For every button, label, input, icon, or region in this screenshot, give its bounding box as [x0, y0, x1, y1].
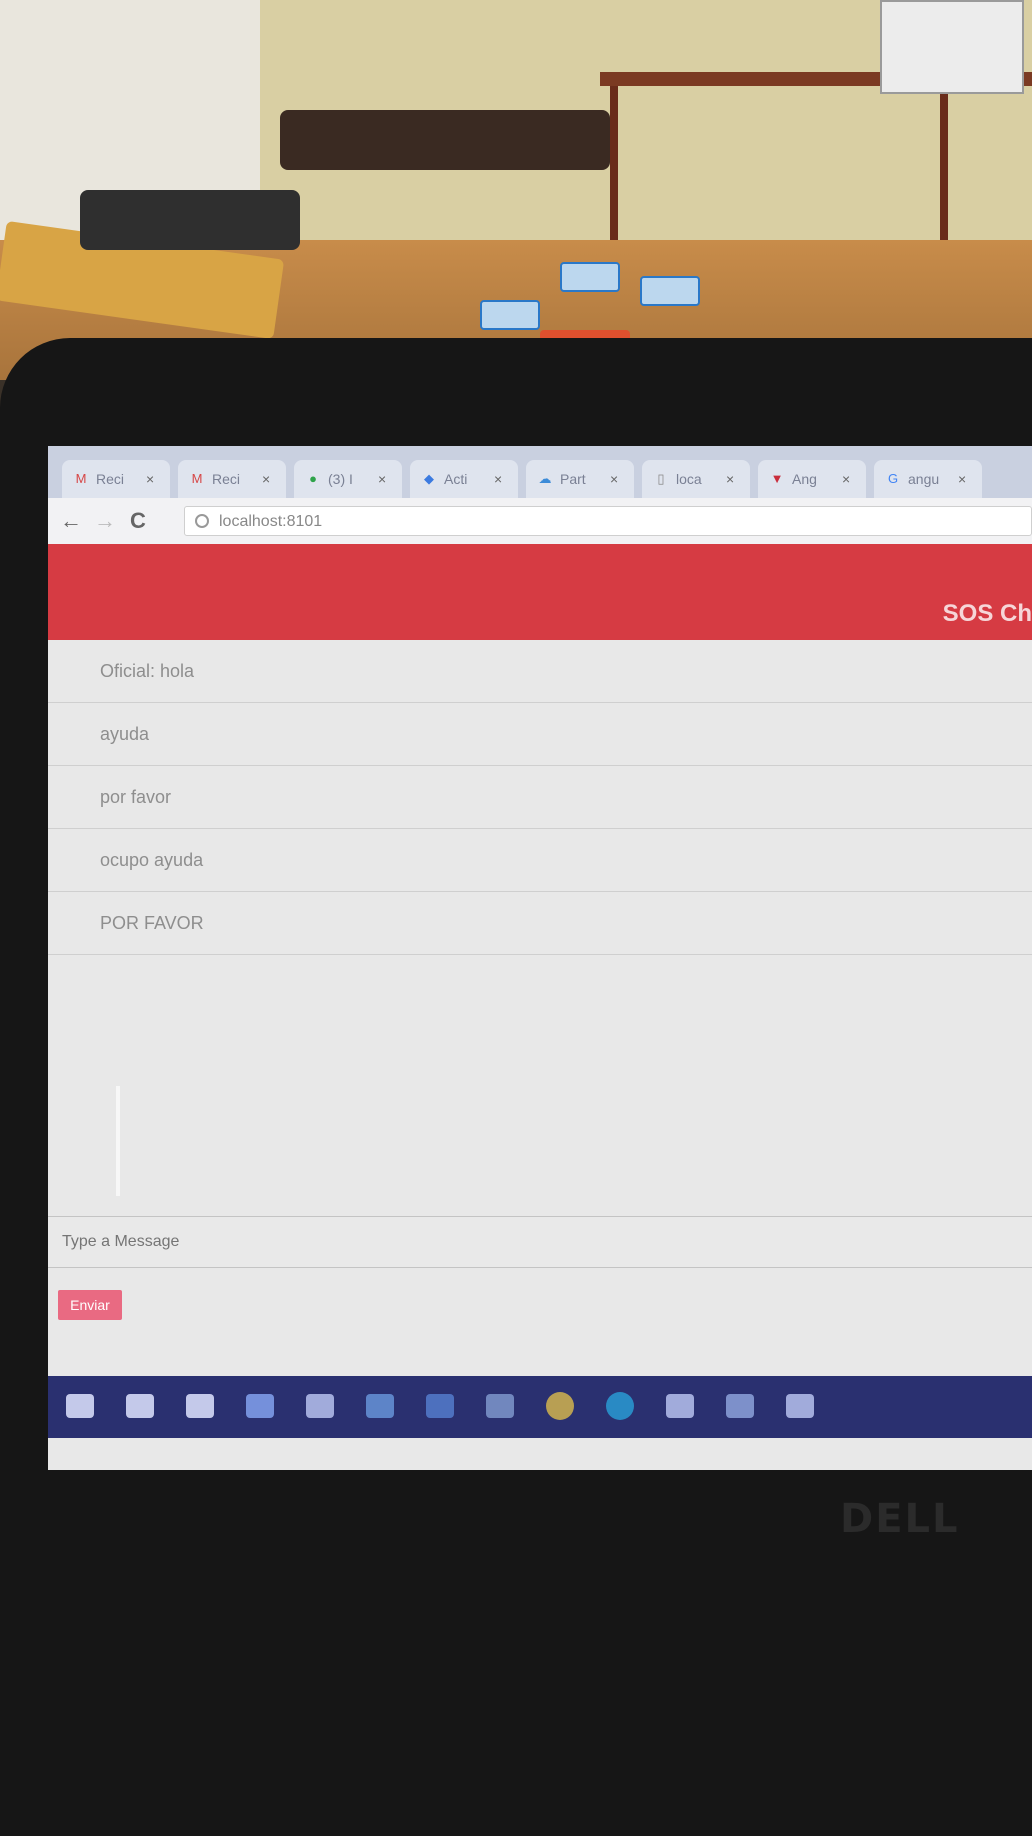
close-icon[interactable]: ×	[958, 471, 974, 487]
close-icon[interactable]: ×	[494, 471, 510, 487]
gmail-icon: M	[191, 471, 203, 486]
file-explorer-icon[interactable]	[246, 1394, 274, 1418]
app-icon[interactable]	[426, 1394, 454, 1418]
network-icon[interactable]	[666, 1394, 694, 1418]
browser-tab[interactable]: Gangu ×	[874, 460, 982, 498]
list-item: ayuda	[48, 703, 1032, 766]
windows-taskbar	[48, 1376, 1032, 1438]
component-packet	[560, 262, 620, 292]
tab-label: angu	[908, 471, 940, 487]
tab-label: Acti	[444, 471, 468, 487]
tab-label: loca	[676, 471, 702, 487]
close-icon[interactable]: ×	[610, 471, 626, 487]
tab-label: Part	[560, 471, 586, 487]
tab-label: (3) I	[328, 471, 353, 487]
list-item: ocupo ayuda	[48, 829, 1032, 892]
component-packet	[640, 276, 700, 306]
shield-icon: ▼	[770, 471, 784, 486]
tab-label: Reci	[212, 471, 241, 487]
url-field[interactable]: localhost:8101	[184, 506, 1032, 536]
list-item: Oficial: hola	[48, 640, 1032, 703]
message-composer	[48, 1216, 1032, 1268]
browser-tab[interactable]: M Reci ×	[178, 460, 286, 498]
browser-tab[interactable]: M Reci ×	[62, 460, 170, 498]
close-icon[interactable]: ×	[378, 471, 394, 487]
dell-logo: DELL	[840, 1496, 960, 1542]
folder-icon[interactable]	[786, 1394, 814, 1418]
browser-tab[interactable]: ☁ Part ×	[526, 460, 634, 498]
reload-icon[interactable]: C	[130, 508, 146, 534]
message-list: Oficial: hola ayuda por favor ocupo ayud…	[48, 640, 1032, 955]
chrome-icon[interactable]	[546, 1392, 574, 1420]
skype-icon[interactable]	[606, 1392, 634, 1420]
user-icon[interactable]	[726, 1394, 754, 1418]
green-circle-icon: ●	[309, 471, 317, 486]
dark-box	[80, 190, 300, 250]
start-icon[interactable]	[66, 1394, 94, 1418]
component-packet	[480, 300, 540, 330]
3d-printer	[880, 0, 1024, 94]
back-icon[interactable]: ←	[60, 508, 82, 534]
task-view-icon[interactable]	[186, 1394, 214, 1418]
background-room-photo	[0, 0, 1032, 380]
browser-tab[interactable]: ▼ Ang ×	[758, 460, 866, 498]
close-icon[interactable]: ×	[726, 471, 742, 487]
browser-tab-bar: M Reci × M Reci × ● (3) I × ◆ Acti × ☁ Part × ▯ loca × ▼ An…	[48, 446, 1032, 498]
list-item: por favor	[48, 766, 1032, 829]
laptop-screen: M Reci × M Reci × ● (3) I × ◆ Acti × ☁ Part × ▯ loca × ▼ An…	[48, 446, 1032, 1470]
browser-tab[interactable]: ● (3) I ×	[294, 460, 402, 498]
chair	[280, 110, 610, 170]
close-icon[interactable]: ×	[262, 471, 278, 487]
close-icon[interactable]: ×	[146, 471, 162, 487]
page-icon: ▯	[657, 471, 665, 486]
screen-glare	[116, 1086, 120, 1196]
info-icon[interactable]	[195, 514, 209, 528]
notes-icon[interactable]	[306, 1394, 334, 1418]
message-input[interactable]	[60, 1225, 964, 1259]
search-icon[interactable]	[126, 1394, 154, 1418]
send-button[interactable]: Enviar	[58, 1290, 122, 1320]
photos-icon[interactable]	[486, 1394, 514, 1418]
list-item: POR FAVOR	[48, 892, 1032, 955]
tab-label: Ang	[792, 471, 817, 487]
browser-tab[interactable]: ▯ loca ×	[642, 460, 750, 498]
cloud-icon: ☁	[538, 471, 552, 486]
forward-icon[interactable]: →	[94, 508, 116, 534]
address-bar-row: ← → C localhost:8101	[48, 498, 1032, 545]
browser-tab[interactable]: ◆ Acti ×	[410, 460, 518, 498]
app-header: SOS Ch	[48, 544, 1032, 640]
tab-label: Reci	[96, 471, 125, 487]
url-text: localhost:8101	[219, 513, 323, 530]
page-title: SOS Ch	[942, 600, 1032, 627]
close-icon[interactable]: ×	[842, 471, 858, 487]
pin-icon: ◆	[424, 471, 434, 486]
google-icon: G	[887, 471, 899, 486]
gmail-icon: M	[75, 471, 87, 486]
calendar-icon[interactable]	[366, 1394, 394, 1418]
